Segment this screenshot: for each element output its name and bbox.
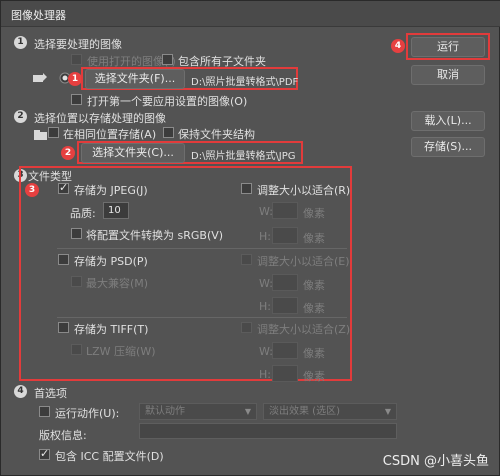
- jpeg-divider: [57, 248, 347, 249]
- source-path: D:\照片批量转格式\PDF: [191, 77, 299, 88]
- psd-h-label: H:: [259, 300, 271, 313]
- action-name-value: 淡出效果 (选区): [269, 406, 340, 417]
- open-first-checkbox[interactable]: [71, 94, 82, 105]
- annotation-2: 2: [61, 146, 75, 160]
- include-subfolders-checkbox[interactable]: [162, 54, 173, 65]
- load-button[interactable]: 载入(L)...: [411, 111, 485, 131]
- convert-srgb-checkbox[interactable]: [71, 228, 82, 239]
- save-settings-button[interactable]: 存储(S)...: [411, 137, 485, 157]
- run-button[interactable]: 运行: [411, 37, 485, 57]
- quality-label: 品质:: [70, 207, 96, 220]
- psd-h-unit: 像素: [303, 302, 325, 315]
- include-icc-checkbox[interactable]: [39, 447, 50, 460]
- keep-folder-structure-checkbox[interactable]: [163, 127, 174, 138]
- psd-w-unit: 像素: [303, 279, 325, 292]
- annotation-1: 1: [68, 72, 82, 86]
- lzw-checkbox[interactable]: [71, 344, 82, 355]
- run-action-checkbox[interactable]: [39, 406, 50, 417]
- psd-divider: [57, 317, 347, 318]
- run-action-label: 运行动作(U):: [55, 407, 120, 420]
- action-name-dropdown[interactable]: 淡出效果 (选区) ▼: [263, 403, 397, 420]
- tiff-width-input[interactable]: [272, 342, 298, 359]
- action-set-value: 默认动作: [145, 406, 185, 417]
- folder-icon: [34, 129, 48, 144]
- save-psd-checkbox[interactable]: [58, 254, 69, 265]
- tiff-height-input[interactable]: [272, 365, 298, 382]
- section-1-number: 1: [14, 36, 27, 49]
- psd-resize-checkbox[interactable]: [241, 254, 252, 265]
- jpeg-h-label: H:: [259, 230, 271, 243]
- section-4-number: 4: [14, 385, 27, 398]
- psd-height-input[interactable]: [272, 297, 298, 314]
- copyright-input[interactable]: [139, 423, 397, 439]
- folder-arrow-icon: [33, 73, 47, 86]
- max-compat-checkbox[interactable]: [71, 276, 82, 287]
- chevron-down-icon: ▼: [244, 407, 251, 416]
- save-jpeg-label: 存储为 JPEG(J): [74, 184, 148, 197]
- save-same-location-label: 在相同位置存储(A): [63, 128, 157, 141]
- jpeg-resize-checkbox[interactable]: [241, 183, 252, 194]
- psd-w-label: W:: [259, 277, 273, 290]
- open-first-label: 打开第一个要应用设置的图像(O): [87, 95, 248, 108]
- tiff-w-label: W:: [259, 345, 273, 358]
- use-open-images-checkbox[interactable]: [71, 54, 82, 65]
- save-tiff-label: 存储为 TIFF(T): [74, 323, 149, 336]
- section-2-number: 2: [14, 110, 27, 123]
- image-processor-dialog: 图像处理器 1 选择要处理的图像 使用打开的图像(I) 包含所有子文件夹 1 选…: [0, 0, 500, 476]
- psd-width-input[interactable]: [272, 274, 298, 291]
- tiff-resize-label: 调整大小以适合(Z): [257, 323, 351, 336]
- annotation-3: 3: [25, 183, 39, 197]
- convert-srgb-label: 将配置文件转换为 sRGB(V): [86, 229, 224, 242]
- include-icc-label: 包含 ICC 配置文件(D): [55, 450, 164, 463]
- select-destination-folder-button[interactable]: 选择文件夹(C)...: [81, 143, 185, 163]
- watermark: CSDN @小喜头鱼: [382, 454, 489, 469]
- action-set-dropdown[interactable]: 默认动作 ▼: [139, 403, 257, 420]
- tiff-h-label: H:: [259, 368, 271, 381]
- save-psd-label: 存储为 PSD(P): [74, 255, 148, 268]
- title-bar: 图像处理器: [1, 1, 500, 27]
- tiff-resize-checkbox[interactable]: [241, 322, 252, 333]
- chevron-down-icon: ▼: [384, 407, 391, 416]
- section-1-title: 选择要处理的图像: [34, 38, 122, 51]
- select-source-folder-button[interactable]: 选择文件夹(F)...: [85, 69, 185, 89]
- max-compat-label: 最大兼容(M): [86, 277, 149, 290]
- save-same-location-checkbox[interactable]: [48, 127, 59, 138]
- jpeg-width-input[interactable]: [272, 202, 298, 219]
- jpeg-height-input[interactable]: [272, 227, 298, 244]
- window-title: 图像处理器: [11, 9, 66, 22]
- quality-input[interactable]: 10: [103, 202, 129, 219]
- save-jpeg-checkbox[interactable]: [58, 181, 69, 194]
- psd-resize-label: 调整大小以适合(E): [257, 255, 350, 268]
- jpeg-w-unit: 像素: [303, 207, 325, 220]
- copyright-label: 版权信息:: [39, 429, 87, 442]
- destination-path: D:\照片批量转格式\JPG: [191, 151, 296, 162]
- jpeg-resize-label: 调整大小以适合(R): [257, 184, 351, 197]
- lzw-label: LZW 压缩(W): [86, 345, 156, 358]
- cancel-button[interactable]: 取消: [411, 65, 485, 85]
- annotation-4: 4: [391, 39, 405, 53]
- tiff-h-unit: 像素: [303, 370, 325, 383]
- jpeg-h-unit: 像素: [303, 232, 325, 245]
- section-2-title: 选择位置以存储处理的图像: [34, 112, 166, 125]
- keep-folder-structure-label: 保持文件夹结构: [178, 128, 255, 141]
- tiff-w-unit: 像素: [303, 347, 325, 360]
- section-4-title: 首选项: [34, 387, 67, 400]
- save-tiff-checkbox[interactable]: [58, 322, 69, 333]
- jpeg-w-label: W:: [259, 205, 273, 218]
